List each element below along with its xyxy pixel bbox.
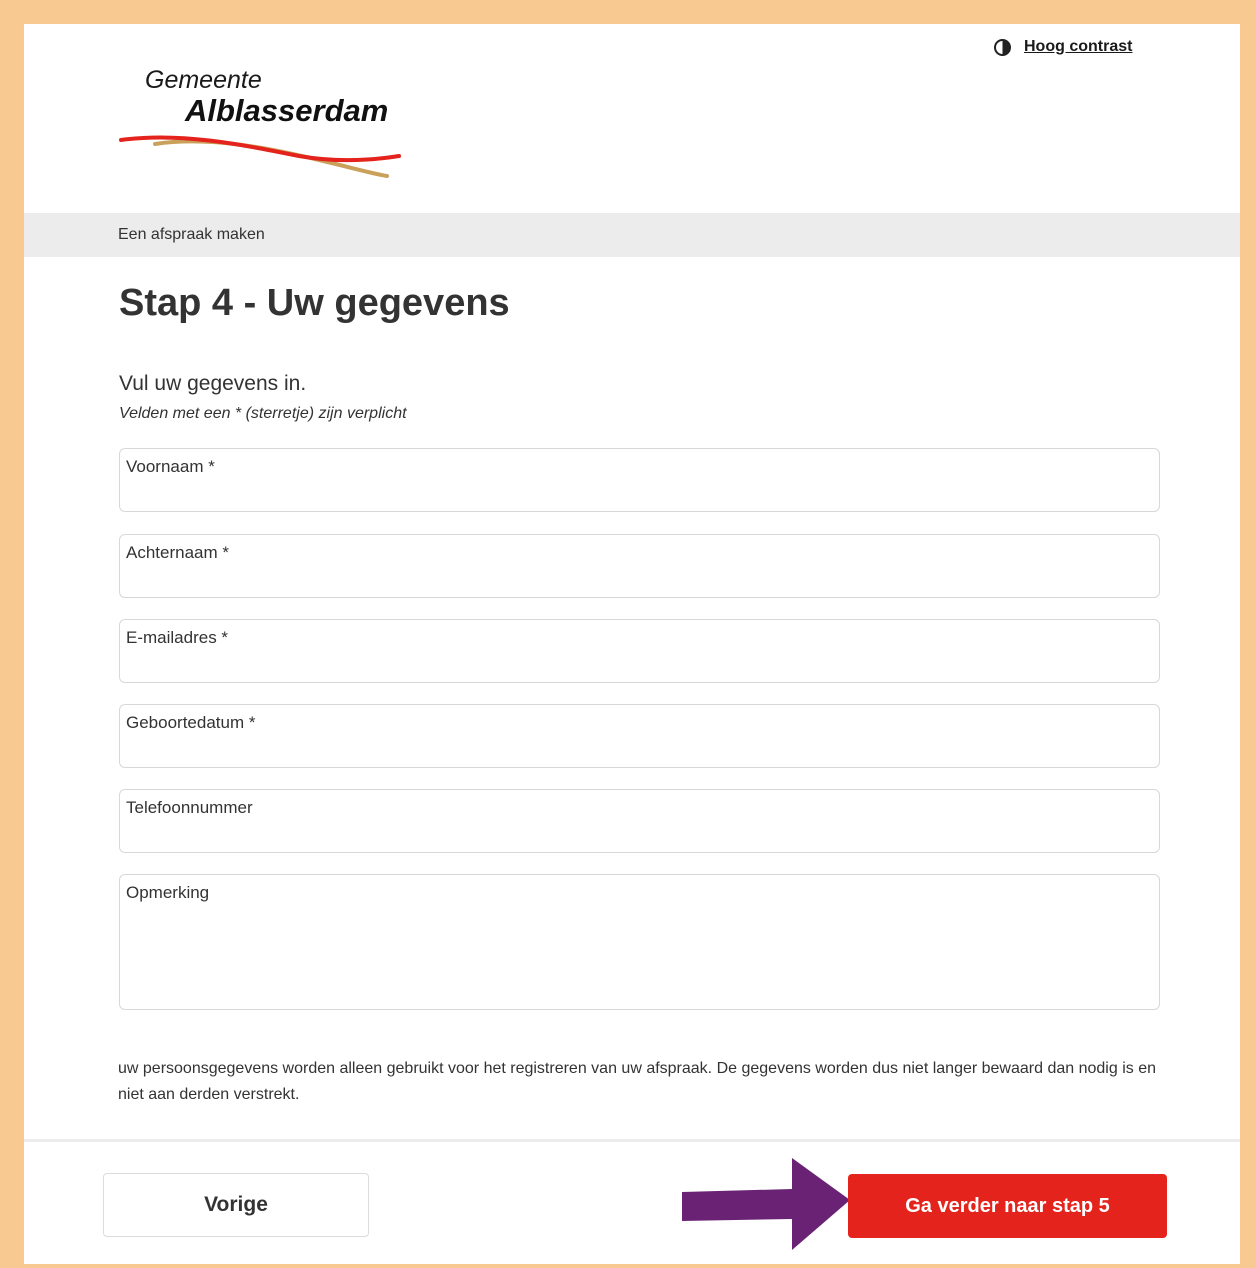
logo-text-gemeente: Gemeente [145, 66, 262, 94]
arrow-pointer-icon [682, 1158, 850, 1250]
form-intro: Vul uw gegevens in. [119, 372, 307, 395]
birthdate-label: Geboortedatum * [126, 713, 256, 732]
breadcrumb-current: Een afspraak maken [118, 226, 265, 243]
breadcrumb: Een afspraak maken [24, 213, 1240, 257]
remark-label: Opmerking [126, 883, 210, 902]
logo-swoosh-icon [119, 135, 401, 178]
first-name-field[interactable]: Voornaam * [119, 448, 1160, 512]
high-contrast-toggle[interactable]: Hoog contrast [994, 38, 1132, 56]
next-step-button[interactable]: Ga verder naar stap 5 [848, 1174, 1167, 1238]
contrast-icon [994, 38, 1011, 56]
email-field[interactable]: E-mailadres * [119, 619, 1160, 683]
privacy-notice: uw persoonsgegevens worden alleen gebrui… [118, 1060, 1156, 1103]
required-fields-note: Velden met een * (sterretje) zijn verpli… [119, 405, 407, 422]
page-title: Stap 4 - Uw gegevens [119, 282, 510, 324]
logo-text-alblasserdam: Alblasserdam [185, 93, 389, 128]
high-contrast-link[interactable]: Hoog contrast [1024, 38, 1132, 56]
last-name-label: Achternaam * [126, 543, 229, 562]
previous-button[interactable]: Vorige [103, 1173, 369, 1237]
remark-textarea[interactable]: Opmerking [119, 874, 1160, 1010]
page: Hoog contrast Gemeente Alblasserdam Een … [24, 24, 1240, 1264]
birthdate-field[interactable]: Geboortedatum * [119, 704, 1160, 768]
email-label: E-mailadres * [126, 628, 229, 647]
last-name-field[interactable]: Achternaam * [119, 534, 1160, 598]
form-footer: Vorige Ga verder naar stap 5 [24, 1139, 1240, 1264]
municipality-logo[interactable]: Gemeente Alblasserdam [119, 64, 409, 182]
first-name-label: Voornaam * [126, 457, 215, 476]
phone-label: Telefoonnummer [126, 798, 253, 817]
phone-field[interactable]: Telefoonnummer [119, 789, 1160, 853]
